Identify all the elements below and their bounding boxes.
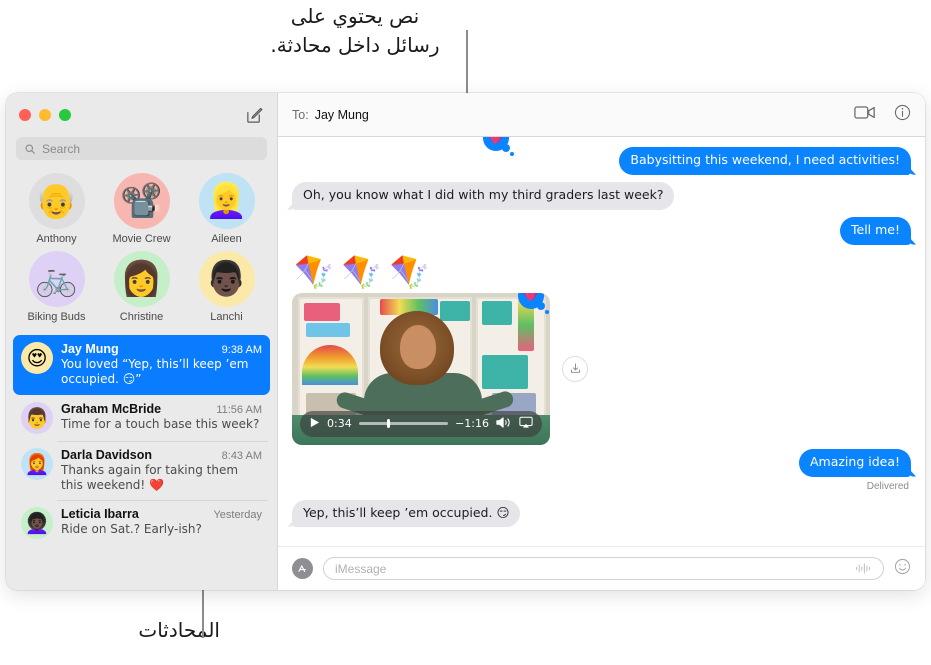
message-row: Amazing idea! xyxy=(292,448,911,477)
conversation-name: Leticia Ibarra xyxy=(61,507,139,522)
pinned-item-label: Aileen xyxy=(211,233,242,245)
search-placeholder: Search xyxy=(42,141,81,156)
pinned-item-label: Biking Buds xyxy=(27,311,86,323)
kite-emoji-message[interactable]: 🪁🪁🪁 xyxy=(294,256,911,288)
search-icon xyxy=(25,143,35,154)
to-label: To: xyxy=(292,107,309,122)
avatar: 👱‍♀️ xyxy=(198,173,255,229)
conversation-row-graham-mcbride[interactable]: 👨 Graham McBride 11:56 AM Time for a tou… xyxy=(13,395,270,441)
pinned-conversations: 👴 Anthony 📽️ Movie Crew 👱‍♀️ Aileen 🚲 Bi… xyxy=(6,169,277,331)
callout-text-bottom: المحادثات xyxy=(138,618,220,642)
elapsed-time: 0:34 xyxy=(327,417,352,431)
airplay-icon[interactable] xyxy=(519,416,533,432)
message-input-bar: iMessage xyxy=(278,546,925,590)
pinned-item-aileen[interactable]: 👱‍♀️ Aileen xyxy=(184,173,269,245)
avatar: 📽️ xyxy=(113,173,170,229)
conversation-row-darla-davidson[interactable]: 👩‍🦰 Darla Davidson 8:43 AM Thanks again … xyxy=(13,440,270,501)
avatar: 👩 xyxy=(113,251,170,307)
conversation-time: 8:43 AM xyxy=(221,449,262,462)
conversation-time: 11:56 AM xyxy=(216,403,262,416)
messages-window: Search 👴 Anthony 📽️ Movie Crew 👱‍♀️ Aile… xyxy=(6,93,925,590)
avatar: 👩🏿‍🦱 xyxy=(21,507,53,540)
header-actions xyxy=(854,104,911,126)
conversation-header: To: Jay Mung xyxy=(278,93,925,137)
conversation-time: 9:38 AM xyxy=(221,344,262,356)
conversation-snippet: Ride on Sat.? Early-ish? xyxy=(61,522,202,537)
callout-text-top: نص يحتوي على رسائل داخل محادثة. xyxy=(270,4,440,57)
message-row: Oh, you know what I did with my third gr… xyxy=(292,181,911,210)
compose-icon[interactable] xyxy=(245,106,264,125)
message-input-placeholder: iMessage xyxy=(335,561,387,576)
message-bubble-incoming[interactable]: Oh, you know what I did with my third gr… xyxy=(292,181,675,210)
message-bubble-incoming[interactable]: Yep, this’ll keep ’em occupied. 😏 xyxy=(292,499,521,528)
conversation-row-leticia-ibarra[interactable]: 👩🏿‍🦱 Leticia Ibarra Yesterday Ride on Sa… xyxy=(13,500,270,546)
avatar: 😍 xyxy=(21,342,53,374)
traffic-lights xyxy=(19,109,71,121)
message-input[interactable]: iMessage xyxy=(323,557,884,580)
download-icon[interactable] xyxy=(562,355,588,382)
delivery-status: Delivered xyxy=(866,480,909,492)
close-button[interactable] xyxy=(19,109,31,121)
message-row: Tell me! xyxy=(292,216,911,245)
conversation-name: Jay Mung xyxy=(61,342,119,356)
message-bubble-outgoing[interactable]: Tell me! xyxy=(840,216,911,245)
sidebar-titlebar xyxy=(6,93,277,137)
conversation-name: Graham McBride xyxy=(61,401,162,416)
minimize-button[interactable] xyxy=(39,109,51,121)
message-bubble-outgoing[interactable]: Amazing idea! xyxy=(798,448,911,477)
video-controls[interactable]: 0:34 −1:16 xyxy=(300,410,542,437)
emoji-smiley-icon[interactable] xyxy=(894,558,911,579)
search-container: Search xyxy=(6,137,277,169)
recipient-field[interactable]: Jay Mung xyxy=(315,108,369,122)
pinned-item-label: Christine xyxy=(119,311,164,323)
conversation-pane: To: Jay Mung Babysitting this weekend, I… xyxy=(277,93,925,590)
pinned-item-anthony[interactable]: 👴 Anthony xyxy=(14,173,99,245)
info-circle-icon[interactable] xyxy=(894,104,911,126)
avatar: 👴 xyxy=(28,173,85,229)
avatar: 👩‍🦰 xyxy=(21,447,53,480)
pinned-item-christine[interactable]: 👩 Christine xyxy=(99,251,184,323)
remaining-time: −1:16 xyxy=(455,417,489,431)
message-thread[interactable]: Babysitting this weekend, I need activit… xyxy=(278,137,925,546)
pinned-item-biking-buds[interactable]: 🚲 Biking Buds xyxy=(14,251,99,323)
avatar: 👨 xyxy=(21,401,53,434)
pinned-item-label: Anthony xyxy=(36,233,77,245)
avatar: 🚲 xyxy=(28,251,85,307)
conversation-snippet: Time for a touch base this week? xyxy=(61,416,260,431)
zoom-button[interactable] xyxy=(59,109,71,121)
pinned-item-movie-crew[interactable]: 📽️ Movie Crew xyxy=(99,173,184,245)
conversation-snippet: Thanks again for taking them this weeken… xyxy=(61,462,239,493)
app-store-icon[interactable] xyxy=(292,558,313,579)
video-camera-icon[interactable] xyxy=(854,105,876,125)
conversation-name: Darla Davidson xyxy=(61,447,153,462)
message-row: Babysitting this weekend, I need activit… xyxy=(292,147,911,175)
scrubber-handle[interactable] xyxy=(387,419,391,429)
scrubber[interactable] xyxy=(358,419,449,429)
volume-high-icon[interactable] xyxy=(496,416,512,432)
play-icon[interactable] xyxy=(309,417,320,431)
conversation-list: 😍 Jay Mung 9:38 AM You loved “Yep, this’… xyxy=(6,331,277,590)
message-bubble-outgoing[interactable]: Babysitting this weekend, I need activit… xyxy=(619,147,911,175)
video-attachment[interactable]: 0:34 −1:16 💗 xyxy=(292,292,550,445)
pinned-item-label: Movie Crew xyxy=(112,233,171,245)
sidebar: Search 👴 Anthony 📽️ Movie Crew 👱‍♀️ Aile… xyxy=(6,93,277,590)
avatar: 👨🏿 xyxy=(198,251,255,307)
audio-waveform-icon[interactable] xyxy=(855,562,872,575)
conversation-time: Yesterday xyxy=(213,509,262,522)
pinned-item-label: Lanchi xyxy=(210,311,243,323)
pinned-item-lanchi[interactable]: 👨🏿 Lanchi xyxy=(184,251,269,323)
conversation-row-jay-mung[interactable]: 😍 Jay Mung 9:38 AM You loved “Yep, this’… xyxy=(13,335,270,395)
conversation-snippet: You loved “Yep, this’ll keep ’em occupie… xyxy=(61,357,249,387)
message-row: Yep, this’ll keep ’em occupied. 😏 💗 xyxy=(292,137,911,528)
search-input[interactable]: Search xyxy=(16,137,267,160)
video-attachment-row: 0:34 −1:16 💗 xyxy=(292,292,911,445)
